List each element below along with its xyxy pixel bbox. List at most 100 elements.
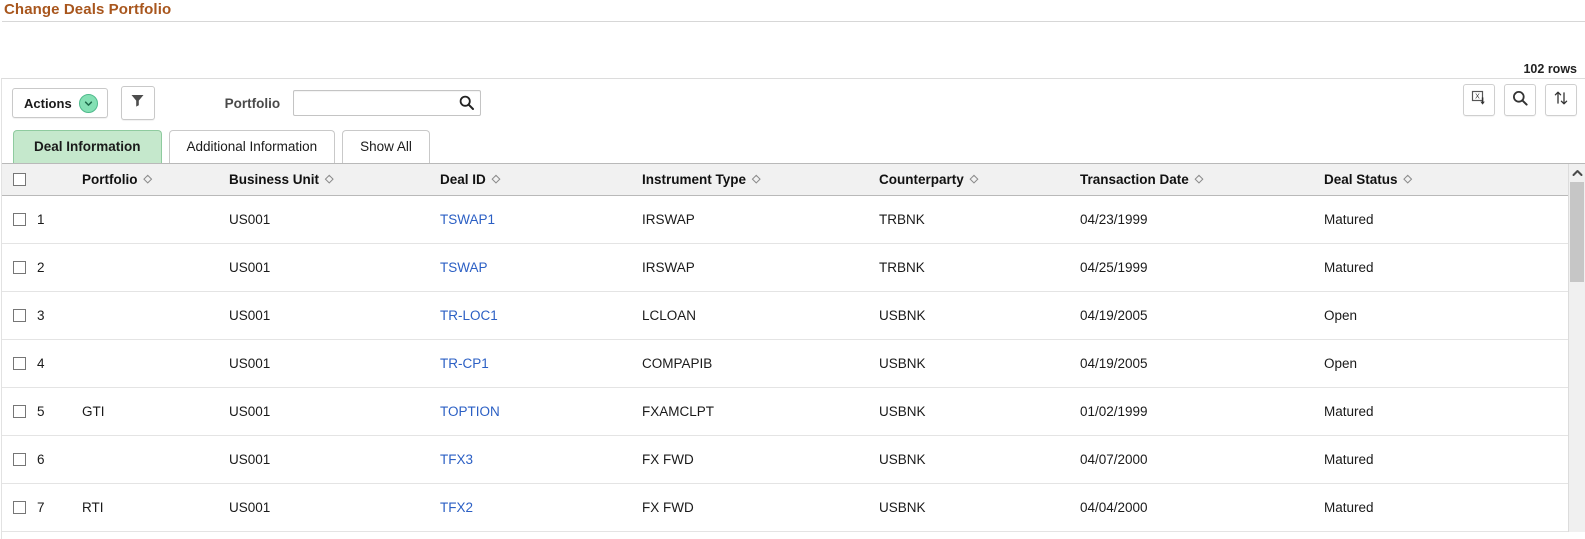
- deal-id-link[interactable]: TOPTION: [440, 404, 500, 419]
- cell-portfolio: [82, 243, 229, 292]
- row-select-cell: 5: [2, 387, 82, 436]
- deal-id-link[interactable]: TFX3: [440, 452, 473, 467]
- table-row[interactable]: 2 US001 TSWAP IRSWAP TRBNK 04/25/1999 Ma…: [2, 243, 1585, 292]
- sort-updown-icon: [1552, 89, 1570, 112]
- cell-counterparty: USBNK: [879, 291, 1080, 340]
- column-header-deal-id[interactable]: Deal ID ◇: [440, 164, 642, 196]
- sort-indicator-icon: ◇: [1403, 173, 1412, 185]
- table-row[interactable]: 3 US001 TR-LOC1 LCLOAN USBNK 04/19/2005 …: [2, 291, 1585, 340]
- cell-transaction-date: 04/19/2005: [1080, 291, 1324, 340]
- sort-indicator-icon: ◇: [491, 173, 501, 185]
- cell-business-unit: US001: [229, 291, 440, 340]
- row-number: 5: [37, 404, 45, 419]
- cell-counterparty: USBNK: [879, 387, 1080, 436]
- filter-button[interactable]: [120, 86, 155, 120]
- cell-instrument-type: IRSWAP: [642, 243, 879, 292]
- table-row[interactable]: 1 US001 TSWAP1 IRSWAP TRBNK 04/23/1999 M…: [2, 195, 1585, 244]
- row-count-label: 102 rows: [1523, 62, 1577, 76]
- column-header-instrument-type[interactable]: Instrument Type ◇: [642, 164, 879, 196]
- table-row[interactable]: 5 GTI US001 TOPTION FXAMCLPT USBNK 01/02…: [2, 387, 1585, 436]
- cell-deal-status: Matured: [1324, 243, 1585, 292]
- column-header-transaction-date[interactable]: Transaction Date ◇: [1080, 164, 1324, 196]
- row-checkbox[interactable]: [13, 453, 26, 466]
- table-row[interactable]: 6 US001 TFX3 FX FWD USBNK 04/07/2000 Mat…: [2, 435, 1585, 484]
- cell-portfolio: [82, 435, 229, 484]
- tab-additional-information[interactable]: Additional Information: [168, 130, 336, 163]
- table-row[interactable]: 4 US001 TR-CP1 COMPAPIB USBNK 04/19/2005…: [2, 339, 1585, 388]
- column-header-instrument-type-label: Instrument Type: [642, 172, 747, 187]
- cell-business-unit: US001: [229, 435, 440, 484]
- tab-show-all-label: Show All: [360, 139, 412, 154]
- cell-deal-id: TFX2: [440, 483, 642, 532]
- column-header-portfolio[interactable]: Portfolio ◇: [82, 164, 229, 196]
- chevron-up-icon: [1572, 164, 1583, 182]
- cell-deal-status: Open: [1324, 291, 1585, 340]
- row-checkbox[interactable]: [13, 261, 26, 274]
- table-row[interactable]: 7 RTI US001 TFX2 FX FWD USBNK 04/04/2000…: [2, 483, 1585, 532]
- cell-deal-status: Matured: [1324, 483, 1585, 532]
- deal-id-link[interactable]: TFX2: [440, 500, 473, 515]
- column-header-counterparty[interactable]: Counterparty ◇: [879, 164, 1080, 196]
- sort-indicator-icon: ◇: [325, 173, 334, 185]
- cell-transaction-date: 04/23/1999: [1080, 195, 1324, 244]
- tab-bar: Deal Information Additional Information …: [2, 127, 1585, 163]
- column-header-deal-status-label: Deal Status: [1324, 172, 1398, 187]
- cell-deal-status: Matured: [1324, 387, 1585, 436]
- row-checkbox[interactable]: [13, 309, 26, 322]
- column-header-business-unit-label: Business Unit: [229, 172, 320, 187]
- cell-transaction-date: 04/07/2000: [1080, 435, 1324, 484]
- find-button[interactable]: [1504, 84, 1536, 116]
- cell-instrument-type: FX FWD: [642, 483, 879, 532]
- scroll-up-button[interactable]: [1569, 164, 1585, 181]
- deals-table-area: Portfolio ◇ Business Unit ◇ Deal ID ◇ In…: [2, 163, 1585, 532]
- deal-id-link[interactable]: TSWAP1: [440, 212, 495, 227]
- select-all-checkbox[interactable]: [13, 173, 26, 186]
- sort-indicator-icon: ◇: [1194, 173, 1204, 185]
- row-select-cell: 1: [2, 195, 82, 244]
- row-number: 1: [37, 212, 45, 227]
- portfolio-search-input[interactable]: [293, 90, 482, 116]
- grid-action-icons: X: [1463, 84, 1577, 116]
- cell-deal-id: TR-CP1: [440, 339, 642, 388]
- row-select-cell: 2: [2, 243, 82, 292]
- cell-counterparty: USBNK: [879, 483, 1080, 532]
- cell-deal-id: TSWAP1: [440, 195, 642, 244]
- actions-button[interactable]: Actions: [12, 88, 108, 118]
- column-header-counterparty-label: Counterparty: [879, 172, 964, 187]
- page-title: Change Deals Portfolio: [4, 1, 172, 18]
- row-select-cell: 3: [2, 291, 82, 340]
- column-header-deal-status[interactable]: Deal Status ◇: [1324, 164, 1585, 196]
- column-header-transaction-date-label: Transaction Date: [1080, 172, 1189, 187]
- search-icon[interactable]: [458, 94, 475, 116]
- cell-counterparty: TRBNK: [879, 195, 1080, 244]
- title-divider: [2, 21, 1585, 22]
- row-select-cell: 7: [2, 483, 82, 532]
- sort-button[interactable]: [1545, 84, 1577, 116]
- row-number: 7: [37, 500, 45, 515]
- column-header-business-unit[interactable]: Business Unit ◇: [229, 164, 440, 196]
- filter-icon: [129, 92, 146, 114]
- cell-deal-status: Matured: [1324, 435, 1585, 484]
- actions-button-label: Actions: [24, 95, 72, 111]
- row-checkbox[interactable]: [13, 405, 26, 418]
- cell-deal-id: TOPTION: [440, 387, 642, 436]
- scrollbar-thumb[interactable]: [1570, 182, 1584, 282]
- deal-id-link[interactable]: TSWAP: [440, 260, 488, 275]
- row-number: 6: [37, 452, 45, 467]
- tab-deal-information[interactable]: Deal Information: [13, 130, 162, 163]
- download-to-excel-button[interactable]: X: [1463, 84, 1495, 116]
- row-checkbox[interactable]: [13, 501, 26, 514]
- row-select-cell: 6: [2, 435, 82, 484]
- tab-show-all[interactable]: Show All: [342, 130, 430, 163]
- row-checkbox[interactable]: [13, 213, 26, 226]
- deal-id-link[interactable]: TR-CP1: [440, 356, 489, 371]
- cell-transaction-date: 04/04/2000: [1080, 483, 1324, 532]
- grid-panel: Actions Portfolio X Deal Information Add…: [1, 78, 1585, 539]
- deal-id-link[interactable]: TR-LOC1: [440, 308, 498, 323]
- cell-business-unit: US001: [229, 483, 440, 532]
- row-checkbox[interactable]: [13, 357, 26, 370]
- cell-transaction-date: 01/02/1999: [1080, 387, 1324, 436]
- cell-deal-status: Open: [1324, 339, 1585, 388]
- table-vertical-scrollbar[interactable]: [1568, 164, 1585, 532]
- sort-indicator-icon: ◇: [143, 173, 152, 185]
